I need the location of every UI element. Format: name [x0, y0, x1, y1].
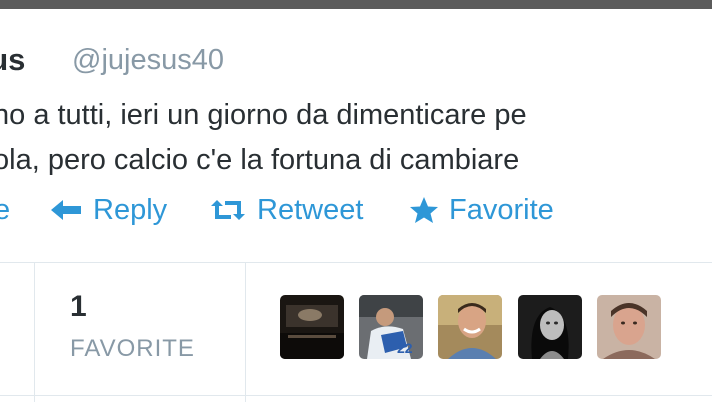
- tweet-text: no a tutti, ieri un giorno da dimenticar…: [0, 93, 712, 183]
- favorite-label: Favorite: [449, 193, 554, 226]
- avatar-jersey-22[interactable]: 22: [359, 295, 423, 359]
- avatar-smiling-man[interactable]: [438, 295, 502, 359]
- favorite-button[interactable]: Favorite: [409, 188, 554, 232]
- favorites-count[interactable]: 1: [70, 289, 87, 325]
- top-bar: [0, 0, 712, 9]
- reply-button[interactable]: Reply: [49, 188, 167, 232]
- favorites-label: FAVORITE: [70, 335, 195, 362]
- tweet-stats: 1 FAVORITE 22: [0, 263, 712, 402]
- retweet-button[interactable]: Retweet: [209, 188, 363, 232]
- svg-text:22: 22: [397, 340, 413, 356]
- tweet-text-line: ola, pero calcio c'e la fortuna di cambi…: [0, 144, 520, 176]
- tweet-actions: e Reply Retweet Favorite: [0, 188, 712, 232]
- tweet-text-line: no a tutti, ieri un giorno da dimenticar…: [0, 99, 527, 131]
- partial-action-label: e: [0, 193, 11, 226]
- bottom-border: [0, 395, 712, 396]
- avatar-dark-photo[interactable]: [280, 295, 344, 359]
- avatar-young-man[interactable]: [597, 295, 661, 359]
- reply-label: Reply: [93, 193, 168, 226]
- reply-arrow-icon: [49, 198, 83, 222]
- retweet-label: Retweet: [257, 193, 364, 226]
- stats-separator: [245, 263, 246, 402]
- retweet-icon: [209, 198, 247, 222]
- partial-action[interactable]: e: [0, 188, 10, 232]
- star-icon: [409, 196, 439, 224]
- avatar-bw-woman[interactable]: [518, 295, 582, 359]
- author-handle[interactable]: @jujesus40: [72, 36, 224, 84]
- stats-separator: [34, 263, 35, 402]
- author-name[interactable]: sus: [0, 36, 25, 84]
